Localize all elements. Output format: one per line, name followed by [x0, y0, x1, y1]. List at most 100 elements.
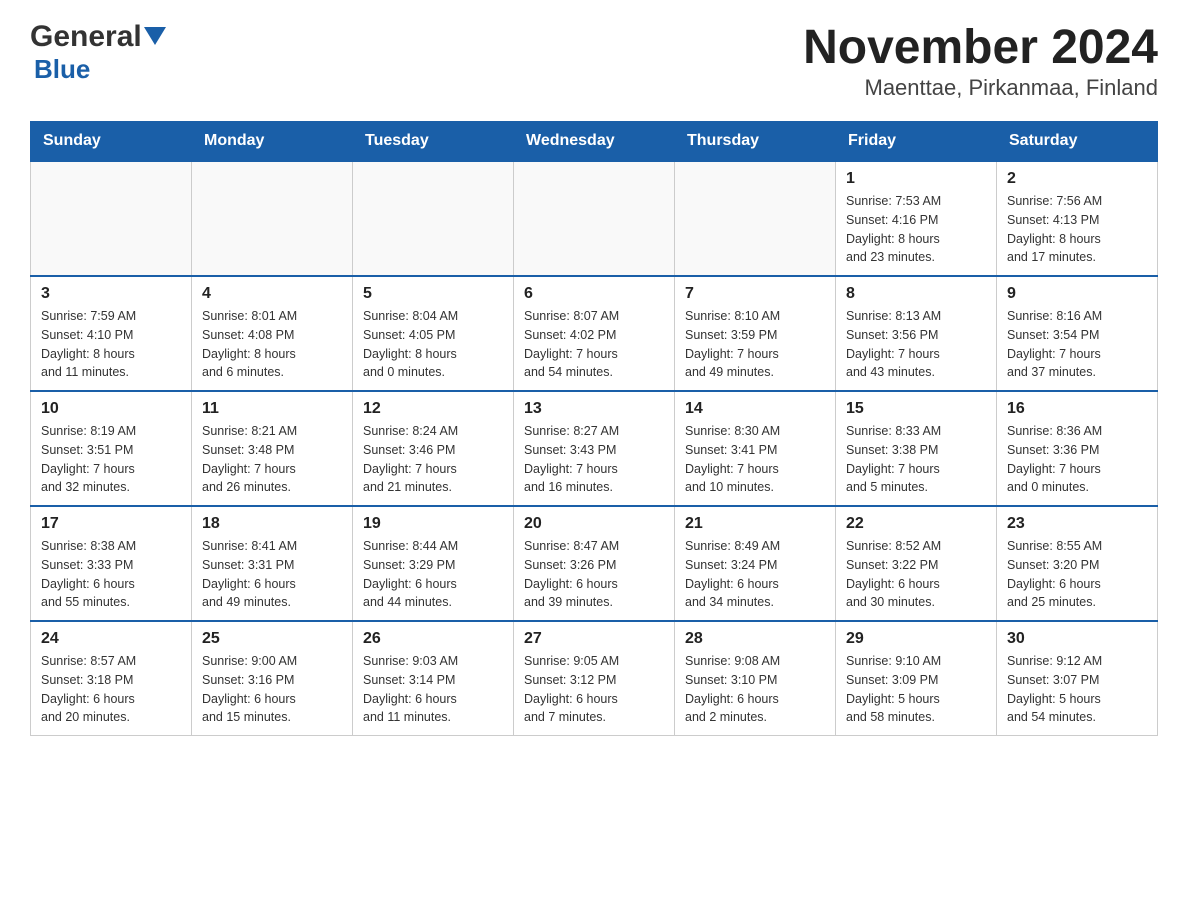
calendar-cell	[353, 161, 514, 276]
day-info: Sunrise: 8:27 AM Sunset: 3:43 PM Dayligh…	[524, 422, 664, 497]
calendar-week-row: 24 Sunrise: 8:57 AM Sunset: 3:18 PM Dayli…	[31, 621, 1158, 736]
calendar-cell	[675, 161, 836, 276]
day-info: Sunrise: 8:57 AM Sunset: 3:18 PM Dayligh…	[41, 652, 181, 727]
calendar-table: SundayMondayTuesdayWednesdayThursdayFrid…	[30, 121, 1158, 736]
calendar-cell: 2 Sunrise: 7:56 AM Sunset: 4:13 PM Daylig…	[997, 161, 1158, 276]
day-number: 18	[202, 515, 342, 533]
calendar-cell	[514, 161, 675, 276]
day-number: 4	[202, 285, 342, 303]
day-number: 12	[363, 400, 503, 418]
column-header-friday: Friday	[836, 122, 997, 162]
day-info: Sunrise: 8:52 AM Sunset: 3:22 PM Dayligh…	[846, 537, 986, 612]
day-info: Sunrise: 8:41 AM Sunset: 3:31 PM Dayligh…	[202, 537, 342, 612]
calendar-cell: 5 Sunrise: 8:04 AM Sunset: 4:05 PM Daylig…	[353, 276, 514, 391]
page-header: General Blue November 2024 Maenttae, Pir…	[30, 20, 1158, 101]
day-number: 16	[1007, 400, 1147, 418]
day-number: 8	[846, 285, 986, 303]
day-number: 30	[1007, 630, 1147, 648]
calendar-week-row: 10 Sunrise: 8:19 AM Sunset: 3:51 PM Dayli…	[31, 391, 1158, 506]
column-header-monday: Monday	[192, 122, 353, 162]
calendar-week-row: 3Sunrise: 7:59 AM Sunset: 4:10 PM Daylig…	[31, 276, 1158, 391]
calendar-cell: 25Sunrise: 9:00 AM Sunset: 3:16 PM Dayli…	[192, 621, 353, 736]
day-info: Sunrise: 8:04 AM Sunset: 4:05 PM Dayligh…	[363, 307, 503, 382]
day-info: Sunrise: 8:21 AM Sunset: 3:48 PM Dayligh…	[202, 422, 342, 497]
calendar-cell: 8Sunrise: 8:13 AM Sunset: 3:56 PM Daylig…	[836, 276, 997, 391]
column-header-wednesday: Wednesday	[514, 122, 675, 162]
day-info: Sunrise: 8:33 AM Sunset: 3:38 PM Dayligh…	[846, 422, 986, 497]
column-header-thursday: Thursday	[675, 122, 836, 162]
calendar-cell: 21Sunrise: 8:49 AM Sunset: 3:24 PM Dayli…	[675, 506, 836, 621]
day-number: 19	[363, 515, 503, 533]
calendar-cell: 1 Sunrise: 7:53 AM Sunset: 4:16 PM Daylig…	[836, 161, 997, 276]
day-number: 15	[846, 400, 986, 418]
day-info: Sunrise: 8:38 AM Sunset: 3:33 PM Dayligh…	[41, 537, 181, 612]
day-info: Sunrise: 7:53 AM Sunset: 4:16 PM Dayligh…	[846, 192, 986, 267]
calendar-cell: 3Sunrise: 7:59 AM Sunset: 4:10 PM Daylig…	[31, 276, 192, 391]
calendar-title: November 2024	[803, 20, 1158, 75]
day-info: Sunrise: 8:55 AM Sunset: 3:20 PM Dayligh…	[1007, 537, 1147, 612]
calendar-cell: 16 Sunrise: 8:36 AM Sunset: 3:36 PM Dayli…	[997, 391, 1158, 506]
calendar-cell: 30 Sunrise: 9:12 AM Sunset: 3:07 PM Dayli…	[997, 621, 1158, 736]
day-info: Sunrise: 9:05 AM Sunset: 3:12 PM Dayligh…	[524, 652, 664, 727]
day-number: 5	[363, 285, 503, 303]
day-info: Sunrise: 9:08 AM Sunset: 3:10 PM Dayligh…	[685, 652, 825, 727]
calendar-subtitle: Maenttae, Pirkanmaa, Finland	[803, 75, 1158, 101]
day-number: 11	[202, 400, 342, 418]
day-number: 22	[846, 515, 986, 533]
day-info: Sunrise: 7:59 AM Sunset: 4:10 PM Dayligh…	[41, 307, 181, 382]
calendar-cell	[192, 161, 353, 276]
calendar-cell: 4 Sunrise: 8:01 AM Sunset: 4:08 PM Daylig…	[192, 276, 353, 391]
day-info: Sunrise: 8:30 AM Sunset: 3:41 PM Dayligh…	[685, 422, 825, 497]
day-number: 17	[41, 515, 181, 533]
calendar-cell: 20 Sunrise: 8:47 AM Sunset: 3:26 PM Dayli…	[514, 506, 675, 621]
day-info: Sunrise: 9:00 AM Sunset: 3:16 PM Dayligh…	[202, 652, 342, 727]
day-info: Sunrise: 8:44 AM Sunset: 3:29 PM Dayligh…	[363, 537, 503, 612]
day-number: 6	[524, 285, 664, 303]
day-number: 1	[846, 170, 986, 188]
calendar-cell: 28 Sunrise: 9:08 AM Sunset: 3:10 PM Dayli…	[675, 621, 836, 736]
day-number: 13	[524, 400, 664, 418]
calendar-cell: 15 Sunrise: 8:33 AM Sunset: 3:38 PM Dayli…	[836, 391, 997, 506]
calendar-cell	[31, 161, 192, 276]
day-info: Sunrise: 8:19 AM Sunset: 3:51 PM Dayligh…	[41, 422, 181, 497]
calendar-cell: 12Sunrise: 8:24 AM Sunset: 3:46 PM Dayli…	[353, 391, 514, 506]
calendar-cell: 6 Sunrise: 8:07 AM Sunset: 4:02 PM Daylig…	[514, 276, 675, 391]
day-number: 28	[685, 630, 825, 648]
title-block: November 2024 Maenttae, Pirkanmaa, Finla…	[803, 20, 1158, 101]
day-number: 24	[41, 630, 181, 648]
day-info: Sunrise: 8:07 AM Sunset: 4:02 PM Dayligh…	[524, 307, 664, 382]
day-number: 29	[846, 630, 986, 648]
logo: General Blue	[30, 20, 166, 85]
day-info: Sunrise: 8:10 AM Sunset: 3:59 PM Dayligh…	[685, 307, 825, 382]
day-number: 27	[524, 630, 664, 648]
calendar-week-row: 1 Sunrise: 7:53 AM Sunset: 4:16 PM Daylig…	[31, 161, 1158, 276]
column-header-saturday: Saturday	[997, 122, 1158, 162]
calendar-week-row: 17 Sunrise: 8:38 AM Sunset: 3:33 PM Dayli…	[31, 506, 1158, 621]
logo-blue-text: Blue	[34, 54, 90, 84]
day-info: Sunrise: 8:01 AM Sunset: 4:08 PM Dayligh…	[202, 307, 342, 382]
day-number: 20	[524, 515, 664, 533]
day-info: Sunrise: 9:12 AM Sunset: 3:07 PM Dayligh…	[1007, 652, 1147, 727]
calendar-cell: 14 Sunrise: 8:30 AM Sunset: 3:41 PM Dayli…	[675, 391, 836, 506]
day-number: 9	[1007, 285, 1147, 303]
calendar-cell: 18 Sunrise: 8:41 AM Sunset: 3:31 PM Dayli…	[192, 506, 353, 621]
day-number: 7	[685, 285, 825, 303]
day-number: 10	[41, 400, 181, 418]
logo-general-text: General	[30, 20, 142, 54]
calendar-cell: 19 Sunrise: 8:44 AM Sunset: 3:29 PM Dayli…	[353, 506, 514, 621]
calendar-cell: 11 Sunrise: 8:21 AM Sunset: 3:48 PM Dayli…	[192, 391, 353, 506]
day-info: Sunrise: 8:36 AM Sunset: 3:36 PM Dayligh…	[1007, 422, 1147, 497]
calendar-cell: 13 Sunrise: 8:27 AM Sunset: 3:43 PM Dayli…	[514, 391, 675, 506]
day-info: Sunrise: 8:16 AM Sunset: 3:54 PM Dayligh…	[1007, 307, 1147, 382]
day-info: Sunrise: 8:47 AM Sunset: 3:26 PM Dayligh…	[524, 537, 664, 612]
calendar-cell: 17 Sunrise: 8:38 AM Sunset: 3:33 PM Dayli…	[31, 506, 192, 621]
day-info: Sunrise: 7:56 AM Sunset: 4:13 PM Dayligh…	[1007, 192, 1147, 267]
day-number: 14	[685, 400, 825, 418]
day-number: 21	[685, 515, 825, 533]
day-number: 23	[1007, 515, 1147, 533]
column-header-tuesday: Tuesday	[353, 122, 514, 162]
column-header-sunday: Sunday	[31, 122, 192, 162]
day-number: 2	[1007, 170, 1147, 188]
calendar-cell: 29Sunrise: 9:10 AM Sunset: 3:09 PM Dayli…	[836, 621, 997, 736]
calendar-cell: 23 Sunrise: 8:55 AM Sunset: 3:20 PM Dayli…	[997, 506, 1158, 621]
